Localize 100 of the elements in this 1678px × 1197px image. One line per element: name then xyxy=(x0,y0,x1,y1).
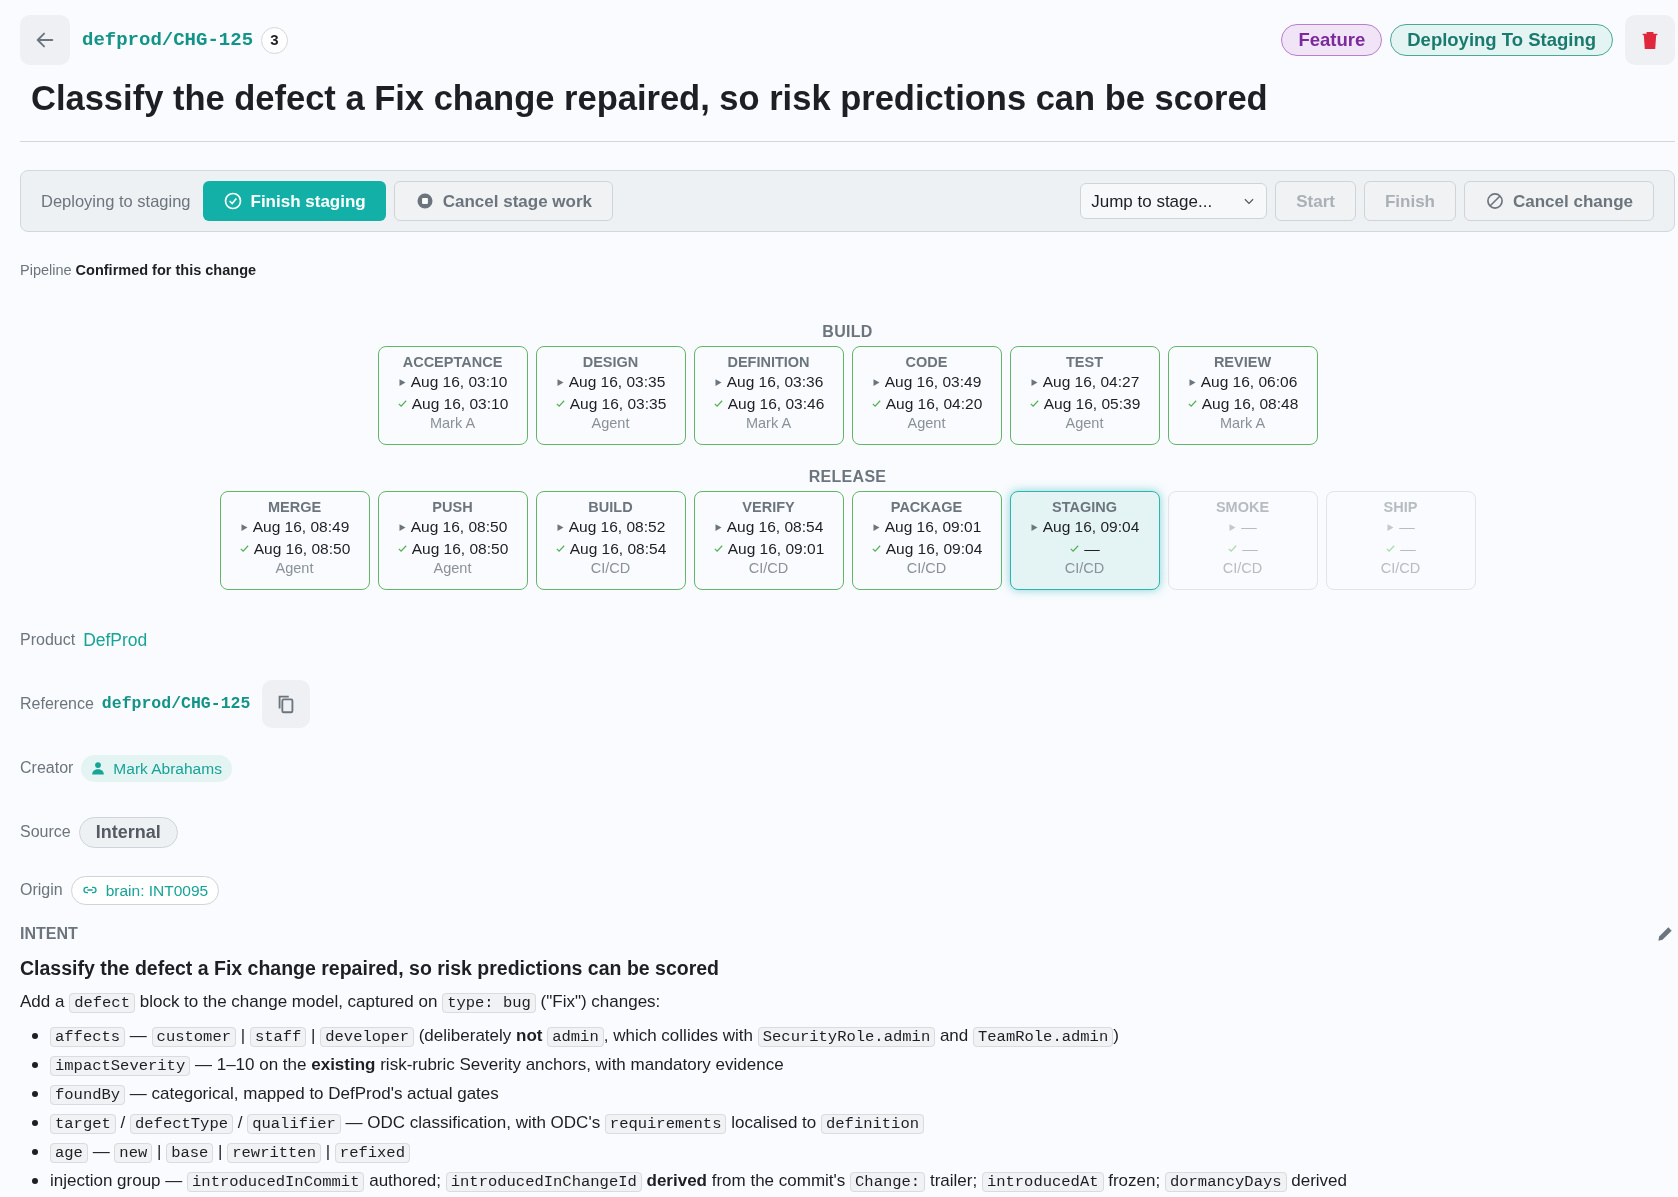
stage-name: PUSH xyxy=(431,498,474,517)
play-icon xyxy=(1187,377,1197,387)
play-icon xyxy=(871,522,881,532)
finish-time: Aug 16, 08:50 xyxy=(411,538,509,559)
check-circle-icon xyxy=(222,191,243,212)
intent-paragraph: Add a defect block to the change model, captured on type: bug ("Fix") changes: xyxy=(20,991,662,1016)
bullet-item: age — new | base | rewritten | refixed xyxy=(50,1137,410,1167)
finish-time: Aug 16, 03:10 xyxy=(411,393,509,414)
start-time: Aug 16, 08:50 xyxy=(410,517,508,538)
check-icon xyxy=(1028,398,1040,410)
back-button[interactable] xyxy=(20,15,70,65)
check-icon xyxy=(554,398,566,410)
play-icon xyxy=(1228,522,1238,532)
start-time: Aug 16, 03:36 xyxy=(726,372,824,393)
count-badge: 3 xyxy=(261,26,289,54)
start-time: Aug 16, 03:35 xyxy=(568,372,666,393)
check-icon xyxy=(1186,398,1198,410)
stage-name: DESIGN xyxy=(581,353,640,372)
stage-card[interactable]: DESIGN Aug 16, 03:35 Aug 16, 03:35 Agent xyxy=(535,346,686,446)
finish-time: Aug 16, 09:04 xyxy=(885,538,983,559)
stage-card[interactable]: PUSH Aug 16, 08:50 Aug 16, 08:50 Agent xyxy=(377,491,528,591)
stage-card[interactable]: VERIFY Aug 16, 08:54 Aug 16, 09:01 CI/CD xyxy=(693,491,844,591)
field-label: Creator xyxy=(20,758,74,779)
bullet-item: injection group — introducedInCommit authored; introducedInChangeId derived from the commit's Change: trailer; introducedAt frozen; dormancyDays derived xyxy=(50,1169,1348,1194)
check-icon xyxy=(554,543,566,555)
play-icon xyxy=(397,377,407,387)
stage-group-label: BUILD xyxy=(821,322,874,343)
play-icon xyxy=(239,522,249,532)
stage-card[interactable]: MERGE Aug 16, 08:49 Aug 16, 08:50 Agent xyxy=(219,491,370,591)
stage-actor: Mark A xyxy=(1218,414,1267,433)
start-time: Aug 16, 08:49 xyxy=(252,517,350,538)
stage-actor: CI/CD xyxy=(589,559,632,578)
stage-actor: CI/CD xyxy=(747,559,790,578)
check-icon xyxy=(870,398,882,410)
check-icon xyxy=(1385,543,1397,555)
start-time: Aug 16, 08:52 xyxy=(568,517,666,538)
finish-time: Aug 16, 08:48 xyxy=(1201,393,1299,414)
finish-time: Aug 16, 08:54 xyxy=(569,538,667,559)
stage-card[interactable]: STAGING Aug 16, 09:04 — CI/CD xyxy=(1009,491,1160,591)
stage-card[interactable]: CODE Aug 16, 03:49 Aug 16, 04:20 Agent xyxy=(851,346,1002,446)
type-tag: Feature xyxy=(1281,24,1383,56)
stage-card[interactable]: TEST Aug 16, 04:27 Aug 16, 05:39 Agent xyxy=(1009,346,1160,446)
finish-time: — xyxy=(1400,538,1416,559)
play-icon xyxy=(555,377,565,387)
stage-actor: Mark A xyxy=(428,414,477,433)
bullet-icon xyxy=(32,1062,38,1069)
finish-time: Aug 16, 09:01 xyxy=(727,538,825,559)
stage-actor: CI/CD xyxy=(1379,559,1422,578)
copy-button[interactable] xyxy=(262,680,311,729)
play-icon xyxy=(1386,522,1396,532)
stage-name: ACCEPTANCE xyxy=(401,353,504,372)
stage-label: Deploying to staging xyxy=(41,191,191,212)
stage-card[interactable]: REVIEW Aug 16, 06:06 Aug 16, 08:48 Mark A xyxy=(1167,346,1318,446)
play-icon xyxy=(713,522,723,532)
bullet-item: target / defectType / qualifier — ODC classification, with ODC's requirements localised to definition xyxy=(50,1108,924,1138)
check-icon xyxy=(396,398,408,410)
finish-time: — xyxy=(1242,538,1258,559)
play-icon xyxy=(1029,377,1039,387)
change-reference[interactable]: defprod/CHG-125 xyxy=(82,25,254,55)
stage-actor: Agent xyxy=(906,414,947,433)
check-icon xyxy=(1227,543,1239,555)
start-time: Aug 16, 08:54 xyxy=(726,517,824,538)
stage-card[interactable]: ACCEPTANCE Aug 16, 03:10 Aug 16, 03:10 Mark A xyxy=(377,346,528,446)
check-icon xyxy=(1069,543,1081,555)
jump-to-stage-select[interactable]: Jump to stage... xyxy=(1080,183,1268,220)
reference-code: defprod/CHG-125 xyxy=(101,692,251,715)
bullet-item: impactSeverity — 1–10 on the existing risk-rubric Severity anchors, with mandatory evidence xyxy=(50,1050,784,1080)
bullet-icon xyxy=(32,1120,38,1127)
start-time: Aug 16, 09:01 xyxy=(884,517,982,538)
bullet-icon xyxy=(32,1178,38,1185)
check-icon xyxy=(712,543,724,555)
start-time: Aug 16, 03:10 xyxy=(410,372,508,393)
stage-actor: Agent xyxy=(1064,414,1105,433)
finish-time: Aug 16, 03:35 xyxy=(569,393,667,414)
stage-name: BUILD xyxy=(587,498,634,517)
pipeline-status: Confirmed for this change xyxy=(75,262,257,279)
stage-actor: CI/CD xyxy=(1063,559,1106,578)
stage-card[interactable]: PACKAGE Aug 16, 09:01 Aug 16, 09:04 CI/CD xyxy=(851,491,1002,591)
status-tag: Deploying To Staging xyxy=(1390,24,1613,56)
person-icon xyxy=(91,761,106,776)
cancel-change-button[interactable]: Cancel change xyxy=(1464,181,1654,222)
stage-name: CODE xyxy=(904,353,949,372)
start-time: — xyxy=(1241,517,1257,538)
play-icon xyxy=(713,377,723,387)
stage-card[interactable]: BUILD Aug 16, 08:52 Aug 16, 08:54 CI/CD xyxy=(535,491,686,591)
source-chip: Internal xyxy=(78,816,178,848)
check-icon xyxy=(712,398,724,410)
stage-name: REVIEW xyxy=(1212,353,1273,372)
play-icon xyxy=(397,522,407,532)
bullet-icon xyxy=(32,1149,38,1156)
cancel-icon xyxy=(1485,191,1505,212)
cancel-stage-button[interactable]: Cancel stage work xyxy=(393,181,614,222)
intent-heading: Classify the defect a Fix change repaired, so risk predictions can be scored xyxy=(20,956,720,982)
delete-button[interactable] xyxy=(1625,15,1675,65)
finish-time: Aug 16, 04:20 xyxy=(885,393,983,414)
stage-card[interactable]: DEFINITION Aug 16, 03:36 Aug 16, 03:46 Mark A xyxy=(693,346,844,446)
stage-actor: CI/CD xyxy=(1221,559,1264,578)
field-label: Origin xyxy=(20,880,63,901)
check-icon xyxy=(870,543,882,555)
play-icon xyxy=(871,377,881,387)
